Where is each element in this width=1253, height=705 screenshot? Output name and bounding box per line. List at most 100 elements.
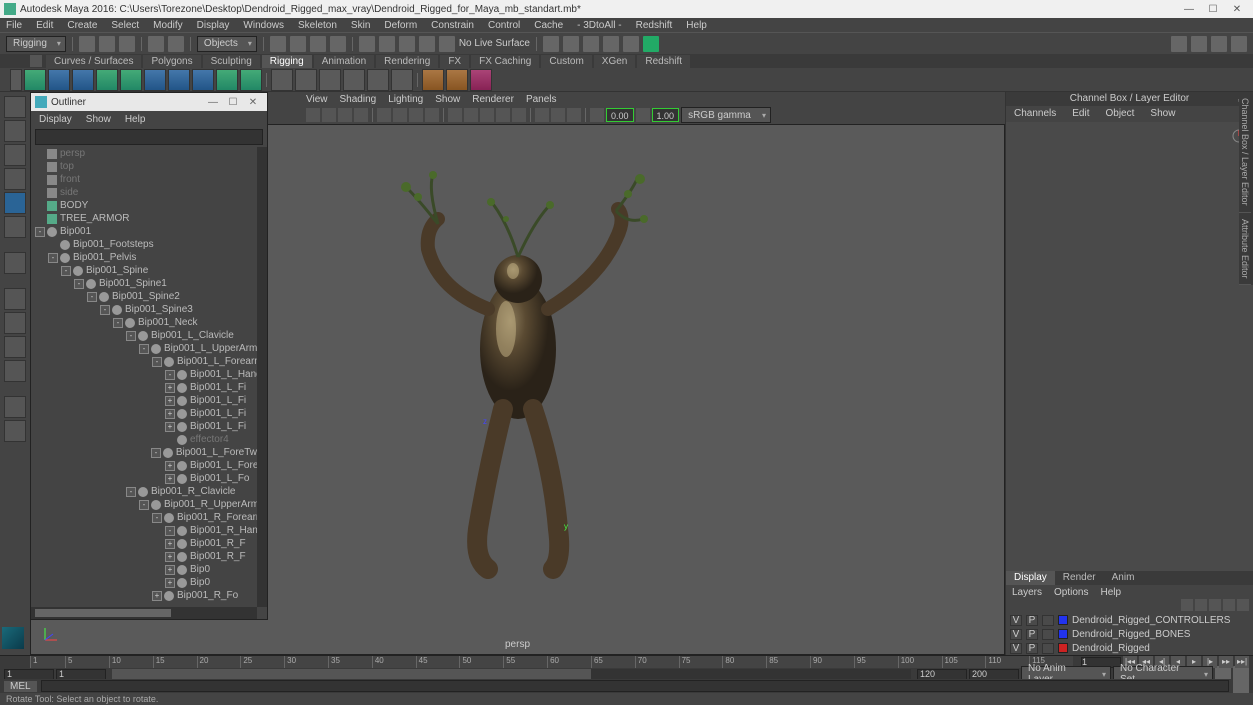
menu-help[interactable]: Help	[686, 20, 707, 31]
tree-row[interactable]: front	[31, 173, 267, 186]
vp-menu-renderer[interactable]: Renderer	[472, 94, 514, 105]
expand-icon[interactable]: -	[126, 487, 136, 497]
tree-row[interactable]: side	[31, 186, 267, 199]
menu-create[interactable]: Create	[67, 20, 97, 31]
outliner-min-icon[interactable]: —	[203, 97, 223, 108]
exposure-field[interactable]: 0.00	[606, 108, 634, 122]
gamma-field[interactable]: 1.00	[652, 108, 680, 122]
vp-menu-show[interactable]: Show	[435, 94, 460, 105]
tree-row[interactable]: +Bip001_L_ForeT	[31, 459, 267, 472]
layer-menu-help[interactable]: Help	[1100, 587, 1121, 598]
layout-outliner-icon[interactable]	[4, 420, 26, 442]
tree-row[interactable]: +Bip001_L_Fi	[31, 394, 267, 407]
paint-weights-icon[interactable]	[120, 69, 142, 91]
layer-tab-display[interactable]: Display	[1006, 571, 1055, 585]
tree-row[interactable]: -Bip001_L_UpperArm	[31, 342, 267, 355]
menu-display[interactable]: Display	[197, 20, 230, 31]
shelf-tab-curvessurfaces[interactable]: Curves / Surfaces	[46, 55, 141, 68]
tree-row[interactable]: -Bip001_Spine1	[31, 277, 267, 290]
expand-icon[interactable]: -	[48, 253, 58, 263]
joint-tool-icon[interactable]	[24, 69, 46, 91]
menu-select[interactable]: Select	[111, 20, 139, 31]
script-lang-button[interactable]: MEL	[4, 681, 37, 692]
tree-row[interactable]: -Bip001_L_ForeTwist	[31, 446, 267, 459]
control-icon[interactable]	[470, 69, 492, 91]
shelf-tab-xgen[interactable]: XGen	[594, 55, 636, 68]
layer-menu-layers[interactable]: Layers	[1012, 587, 1042, 598]
vp-film-gate-icon[interactable]	[393, 108, 407, 122]
expand-icon[interactable]: +	[165, 383, 175, 393]
layer-add-icon[interactable]	[1223, 599, 1235, 611]
tree-row[interactable]: Bip001_Footsteps	[31, 238, 267, 251]
channel-tab-channels[interactable]: Channels	[1006, 106, 1064, 122]
expand-icon[interactable]: +	[165, 539, 175, 549]
tree-row[interactable]: TREE_ARMOR	[31, 212, 267, 225]
expand-icon[interactable]: +	[165, 552, 175, 562]
vp-textured-icon[interactable]	[480, 108, 494, 122]
outliner-tree[interactable]: persptopfrontsideBODYTREE_ARMOR-Bip001Bi…	[31, 147, 267, 619]
channel-tab-object[interactable]: Object	[1098, 106, 1143, 122]
menu-dtoall[interactable]: - 3DtoAll -	[577, 20, 621, 31]
expand-icon[interactable]: -	[151, 448, 161, 458]
side-tab-channelboxlayereditor[interactable]: Channel Box / Layer Editor	[1239, 92, 1251, 213]
menu-skin[interactable]: Skin	[351, 20, 370, 31]
vp-lock-cam-icon[interactable]	[322, 108, 336, 122]
workspace-icon-1[interactable]	[1171, 36, 1187, 52]
blend-shape-icon[interactable]	[192, 69, 214, 91]
shelf-tab-custom[interactable]: Custom	[541, 55, 591, 68]
script-editor-icon[interactable]	[1233, 678, 1249, 694]
shelf-tab-animation[interactable]: Animation	[314, 55, 374, 68]
tree-row[interactable]: +Bip0	[31, 576, 267, 589]
save-scene-icon[interactable]	[119, 36, 135, 52]
tree-row[interactable]: -Bip001_Neck	[31, 316, 267, 329]
tree-row[interactable]: +Bip001_L_Fi	[31, 381, 267, 394]
constraint-icon-1[interactable]	[271, 69, 293, 91]
layer-tab-anim[interactable]: Anim	[1104, 571, 1143, 585]
shelf-tab-rigging[interactable]: Rigging	[262, 55, 312, 68]
humanik-icon[interactable]	[422, 69, 444, 91]
channel-tab-show[interactable]: Show	[1142, 106, 1183, 122]
layer-color-swatch[interactable]	[1058, 629, 1068, 639]
move-tool-icon[interactable]	[4, 168, 26, 190]
vp-gate-mask-icon[interactable]	[425, 108, 439, 122]
outliner-close-icon[interactable]: ✕	[243, 97, 263, 108]
tree-row[interactable]: persp	[31, 147, 267, 160]
vp-bookmark-icon[interactable]	[338, 108, 352, 122]
range-end-field[interactable]	[917, 669, 967, 680]
menu-constrain[interactable]: Constrain	[431, 20, 474, 31]
surface-icon-3[interactable]	[399, 36, 415, 52]
lasso-tool-icon[interactable]	[4, 120, 26, 142]
layout-four-icon[interactable]	[4, 312, 26, 334]
snap-plane-icon[interactable]	[330, 36, 346, 52]
menu-cache[interactable]: Cache	[534, 20, 563, 31]
tree-row[interactable]: -Bip001_Spine2	[31, 290, 267, 303]
expand-icon[interactable]: -	[139, 344, 149, 354]
tree-row[interactable]: -Bip001_L_Forearm	[31, 355, 267, 368]
shelf-tab-polygons[interactable]: Polygons	[143, 55, 200, 68]
snap-grid-icon[interactable]	[270, 36, 286, 52]
tree-row[interactable]: -Bip001_R_Clavicle	[31, 485, 267, 498]
paint-select-icon[interactable]	[4, 144, 26, 166]
outliner-menu-display[interactable]: Display	[39, 114, 72, 125]
expand-icon[interactable]: +	[165, 409, 175, 419]
ik-handle-icon[interactable]	[48, 69, 70, 91]
tree-row[interactable]: -Bip001_R_Hand	[31, 524, 267, 537]
color-space-combo[interactable]: sRGB gamma	[681, 107, 771, 123]
expand-icon[interactable]: -	[152, 513, 162, 523]
workspace-icon-4[interactable]	[1231, 36, 1247, 52]
range-start-field[interactable]	[56, 669, 106, 680]
vp-menu-view[interactable]: View	[306, 94, 328, 105]
toggle-icon[interactable]	[643, 36, 659, 52]
layer-tab-render[interactable]: Render	[1055, 571, 1104, 585]
expand-icon[interactable]: +	[165, 461, 175, 471]
tree-row[interactable]: +Bip001_R_F	[31, 537, 267, 550]
layer-up-icon[interactable]	[1195, 599, 1207, 611]
expand-icon[interactable]: -	[165, 370, 175, 380]
shelf-tab-fx[interactable]: FX	[440, 55, 469, 68]
tree-row[interactable]: -Bip001_R_Forearm	[31, 511, 267, 524]
vp-xray-icon[interactable]	[551, 108, 565, 122]
vp-shadows-icon[interactable]	[512, 108, 526, 122]
tree-row[interactable]: -Bip001_L_Clavicle	[31, 329, 267, 342]
layer-menu-options[interactable]: Options	[1054, 587, 1088, 598]
new-scene-icon[interactable]	[79, 36, 95, 52]
